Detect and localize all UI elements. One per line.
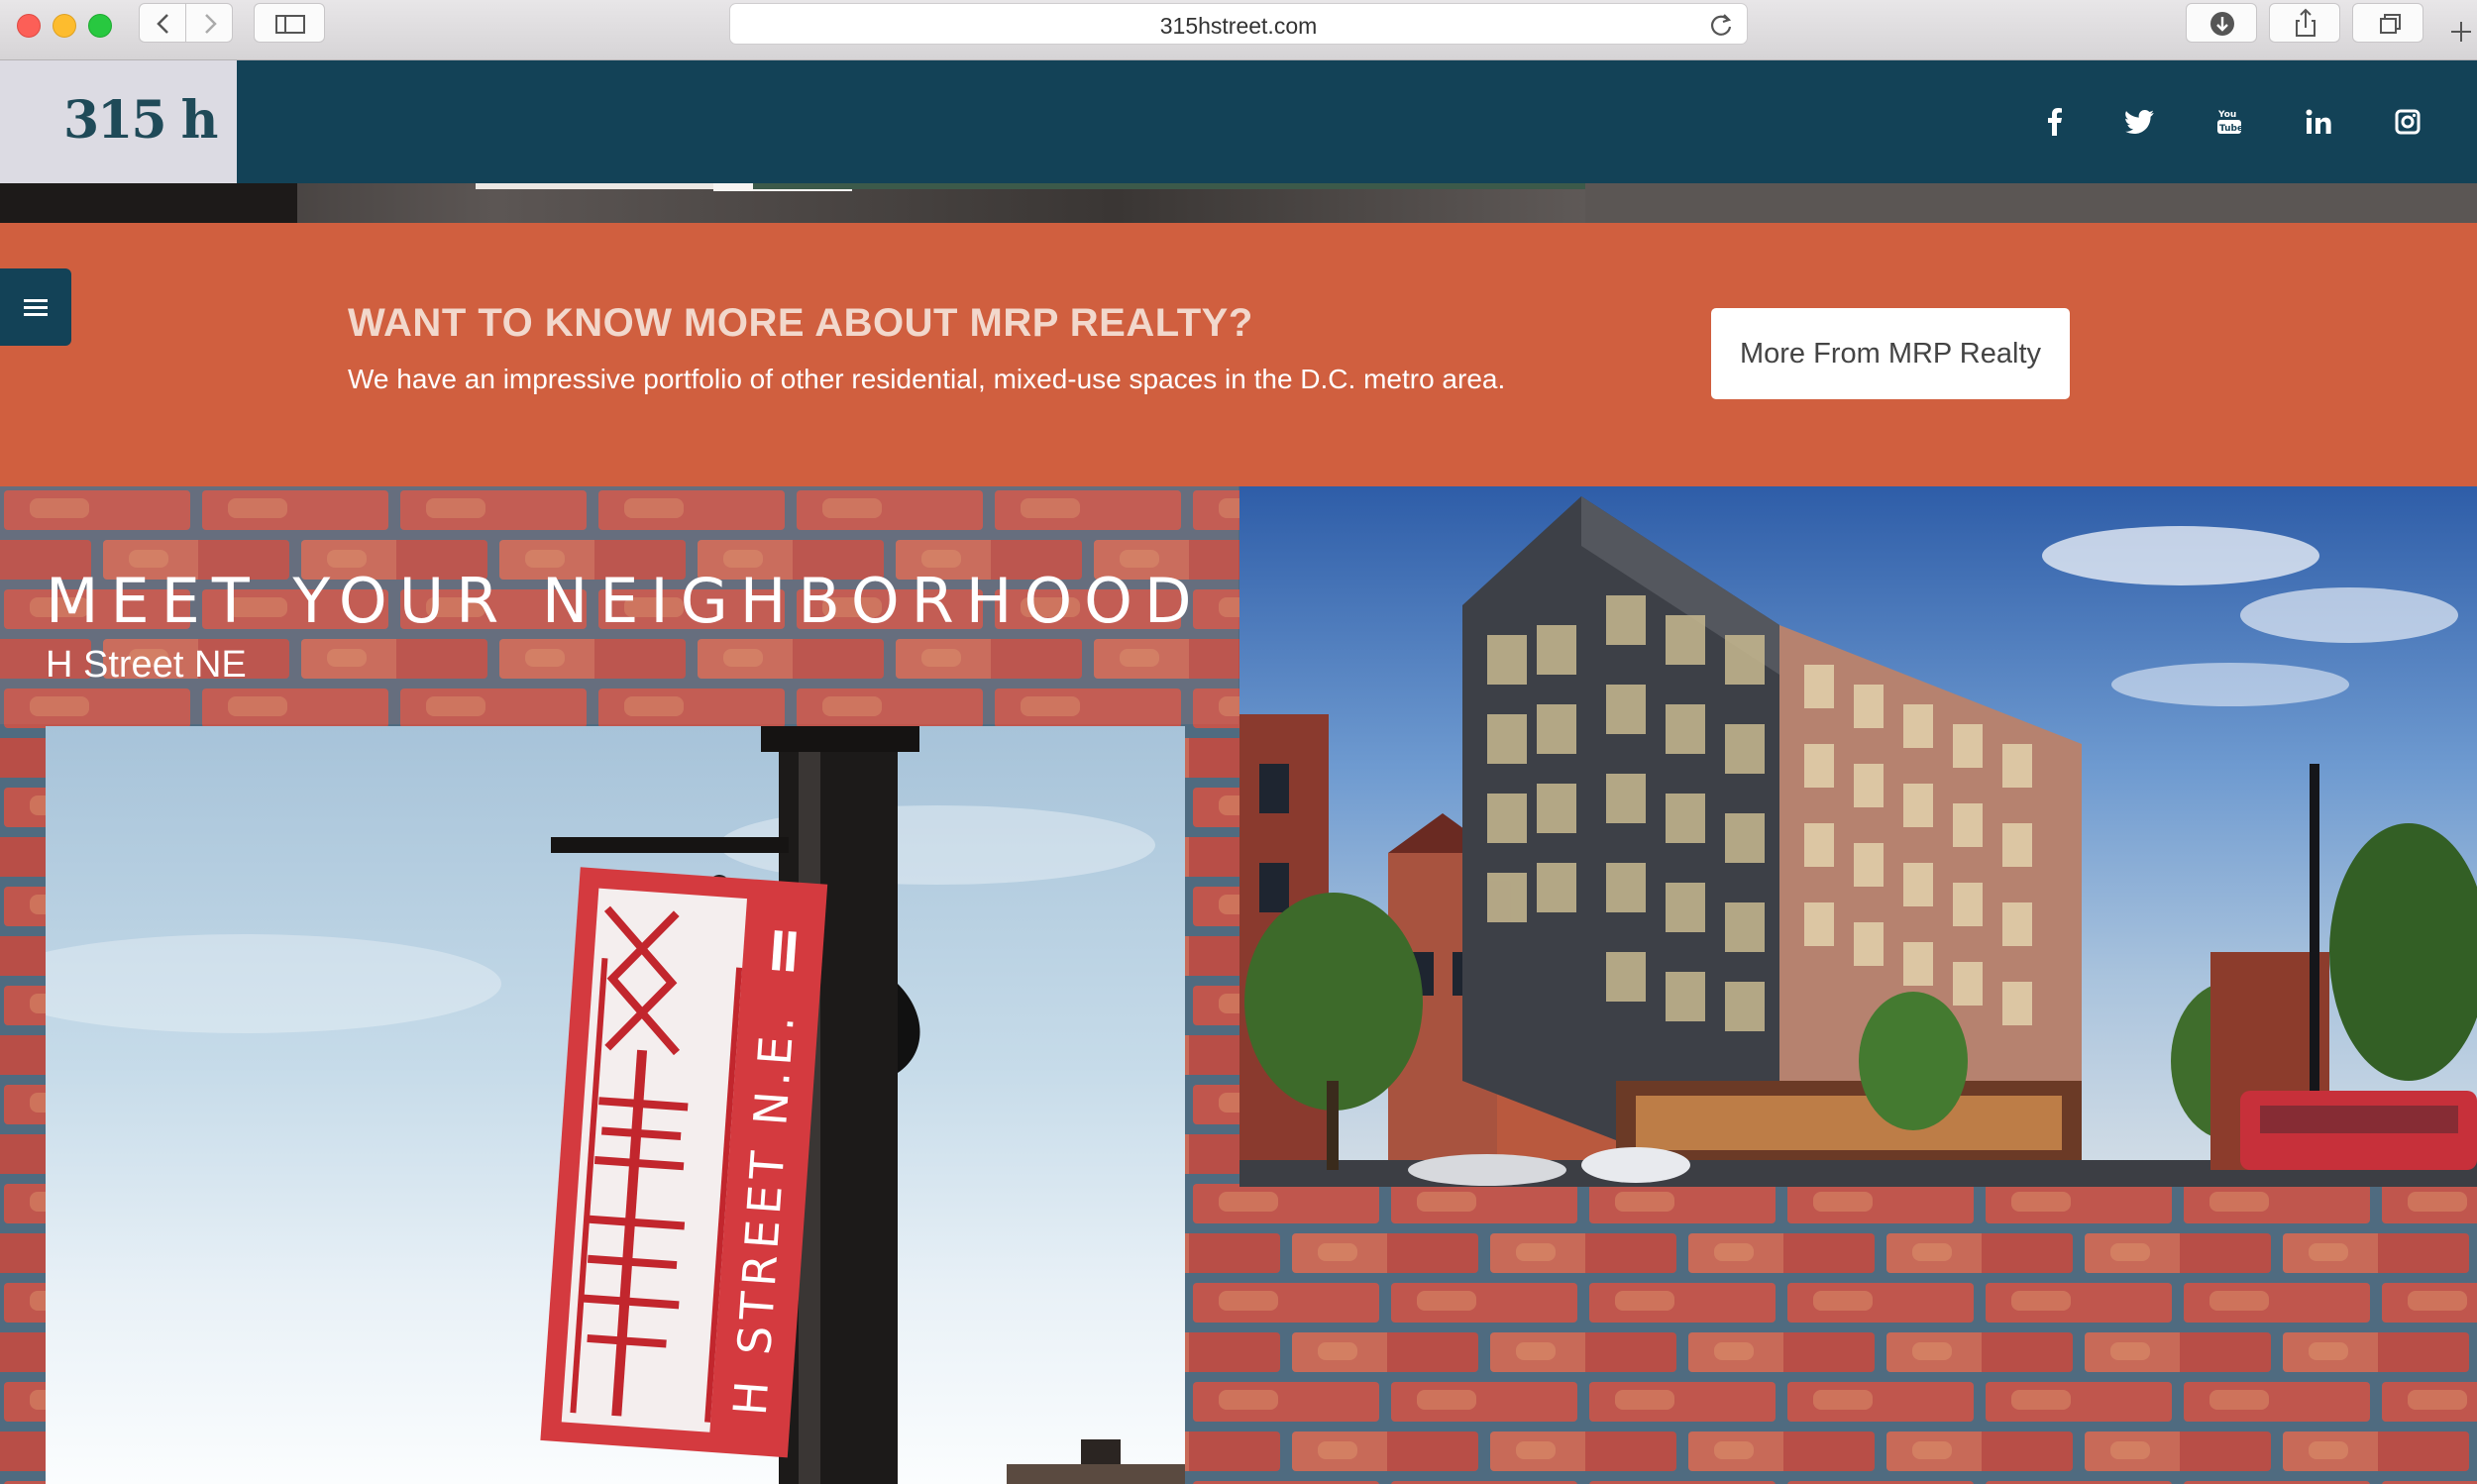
street-sign-illustration: H STREET N.E. [46, 726, 1185, 1484]
chevron-left-icon [157, 14, 168, 34]
linkedin-icon [2306, 109, 2331, 134]
svg-text:You: You [2217, 110, 2236, 120]
share-icon [2296, 8, 2315, 37]
youtube-icon: You Tube [2217, 110, 2242, 134]
instagram-icon [2395, 109, 2421, 135]
site-logo[interactable]: 315 h [0, 60, 237, 183]
back-button[interactable] [139, 3, 186, 43]
chevron-right-icon [205, 14, 217, 34]
close-window-button[interactable] [17, 14, 41, 38]
show-tabs-button[interactable] [2352, 3, 2423, 43]
hero-image-strip [0, 183, 2477, 223]
twitter-link[interactable] [2122, 104, 2158, 140]
neighborhood-title: MEET YOUR NEIGHBORHOOD [46, 565, 1204, 637]
minimize-window-button[interactable] [53, 14, 76, 38]
address-bar[interactable]: 315hstreet.com [729, 3, 1748, 45]
neighborhood-subtitle: H Street NE [46, 644, 247, 686]
url-text: 315hstreet.com [1159, 13, 1318, 39]
cta-heading: WANT TO KNOW MORE ABOUT MRP REALTY? [348, 301, 1253, 345]
hero-image [0, 183, 2477, 223]
mrp-realty-cta: WANT TO KNOW MORE ABOUT MRP REALTY? We h… [0, 223, 2477, 486]
tabs-icon [2380, 14, 2401, 34]
sidebar-toggle-button[interactable] [254, 3, 325, 43]
building-illustration [1239, 496, 2477, 1187]
twitter-icon [2125, 110, 2154, 134]
facebook-link[interactable] [2037, 104, 2073, 140]
download-icon [2210, 12, 2234, 36]
more-from-mrp-button[interactable]: More From MRP Realty [1711, 308, 2070, 399]
zoom-window-button[interactable] [88, 14, 112, 38]
browser-toolbar: 315hstreet.com [0, 0, 2477, 60]
site-header: 315 h You Tube [0, 60, 2477, 183]
reload-icon[interactable] [1707, 11, 1735, 39]
linkedin-link[interactable] [2301, 104, 2336, 140]
forward-button[interactable] [185, 3, 233, 43]
downloads-button[interactable] [2186, 3, 2257, 43]
new-tab-icon[interactable] [2447, 18, 2475, 46]
h-street-sign-photo: H STREET N.E. [46, 726, 1185, 1484]
menu-toggle-button[interactable] [0, 268, 71, 346]
hamburger-icon [24, 299, 48, 316]
youtube-link[interactable]: You Tube [2211, 104, 2247, 140]
facebook-icon [2048, 108, 2062, 136]
share-button[interactable] [2269, 3, 2340, 43]
sidebar-icon [275, 15, 305, 34]
svg-text:Tube: Tube [2219, 124, 2242, 134]
instagram-link[interactable] [2390, 104, 2425, 140]
building-rendering-photo [1239, 486, 2477, 1187]
logo-text: 315 h [63, 90, 218, 151]
cta-subtext: We have an impressive portfolio of other… [348, 364, 1506, 394]
